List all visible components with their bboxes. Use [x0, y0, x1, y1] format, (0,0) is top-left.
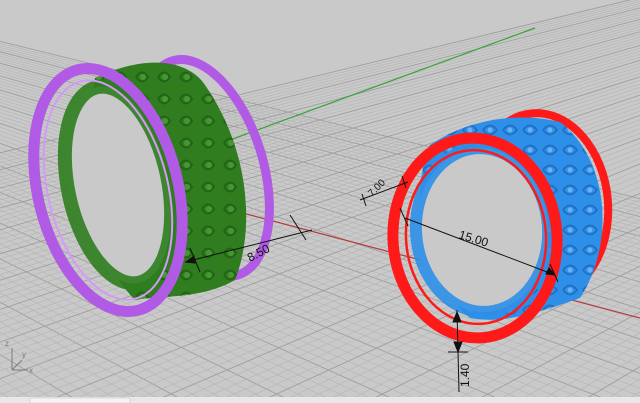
axis-gizmo-x-label: x [29, 366, 33, 375]
right-ring[interactable] [386, 107, 616, 344]
viewport-tab-strip[interactable] [29, 397, 131, 403]
perspective-viewport[interactable]: 8.50 7.00 15.00 1.40 z y x [0, 0, 640, 403]
dimension-right-thickness-label: 1.40 [458, 363, 472, 387]
axis-gizmo-z-label: z [5, 339, 9, 348]
axis-gizmo-y-label: y [22, 350, 26, 359]
viewport-canvas[interactable]: 8.50 7.00 15.00 1.40 z y x [0, 0, 640, 403]
